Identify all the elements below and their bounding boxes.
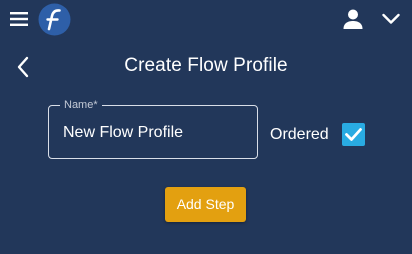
chevron-down-icon[interactable] bbox=[382, 13, 400, 25]
page-title: Create Flow Profile bbox=[124, 55, 288, 76]
ordered-label: Ordered bbox=[270, 126, 329, 143]
flow-logo-icon[interactable] bbox=[38, 3, 71, 36]
name-field-label: Name* bbox=[60, 98, 102, 112]
top-app-bar bbox=[0, 0, 412, 40]
hamburger-menu-icon[interactable] bbox=[10, 11, 28, 27]
add-step-button[interactable]: Add Step bbox=[165, 187, 246, 222]
checkmark-icon bbox=[345, 128, 362, 141]
name-input[interactable]: Name* New Flow Profile bbox=[48, 98, 258, 159]
user-account-icon[interactable] bbox=[343, 9, 363, 29]
ordered-checkbox[interactable] bbox=[342, 123, 365, 146]
name-field-value[interactable]: New Flow Profile bbox=[63, 123, 183, 143]
